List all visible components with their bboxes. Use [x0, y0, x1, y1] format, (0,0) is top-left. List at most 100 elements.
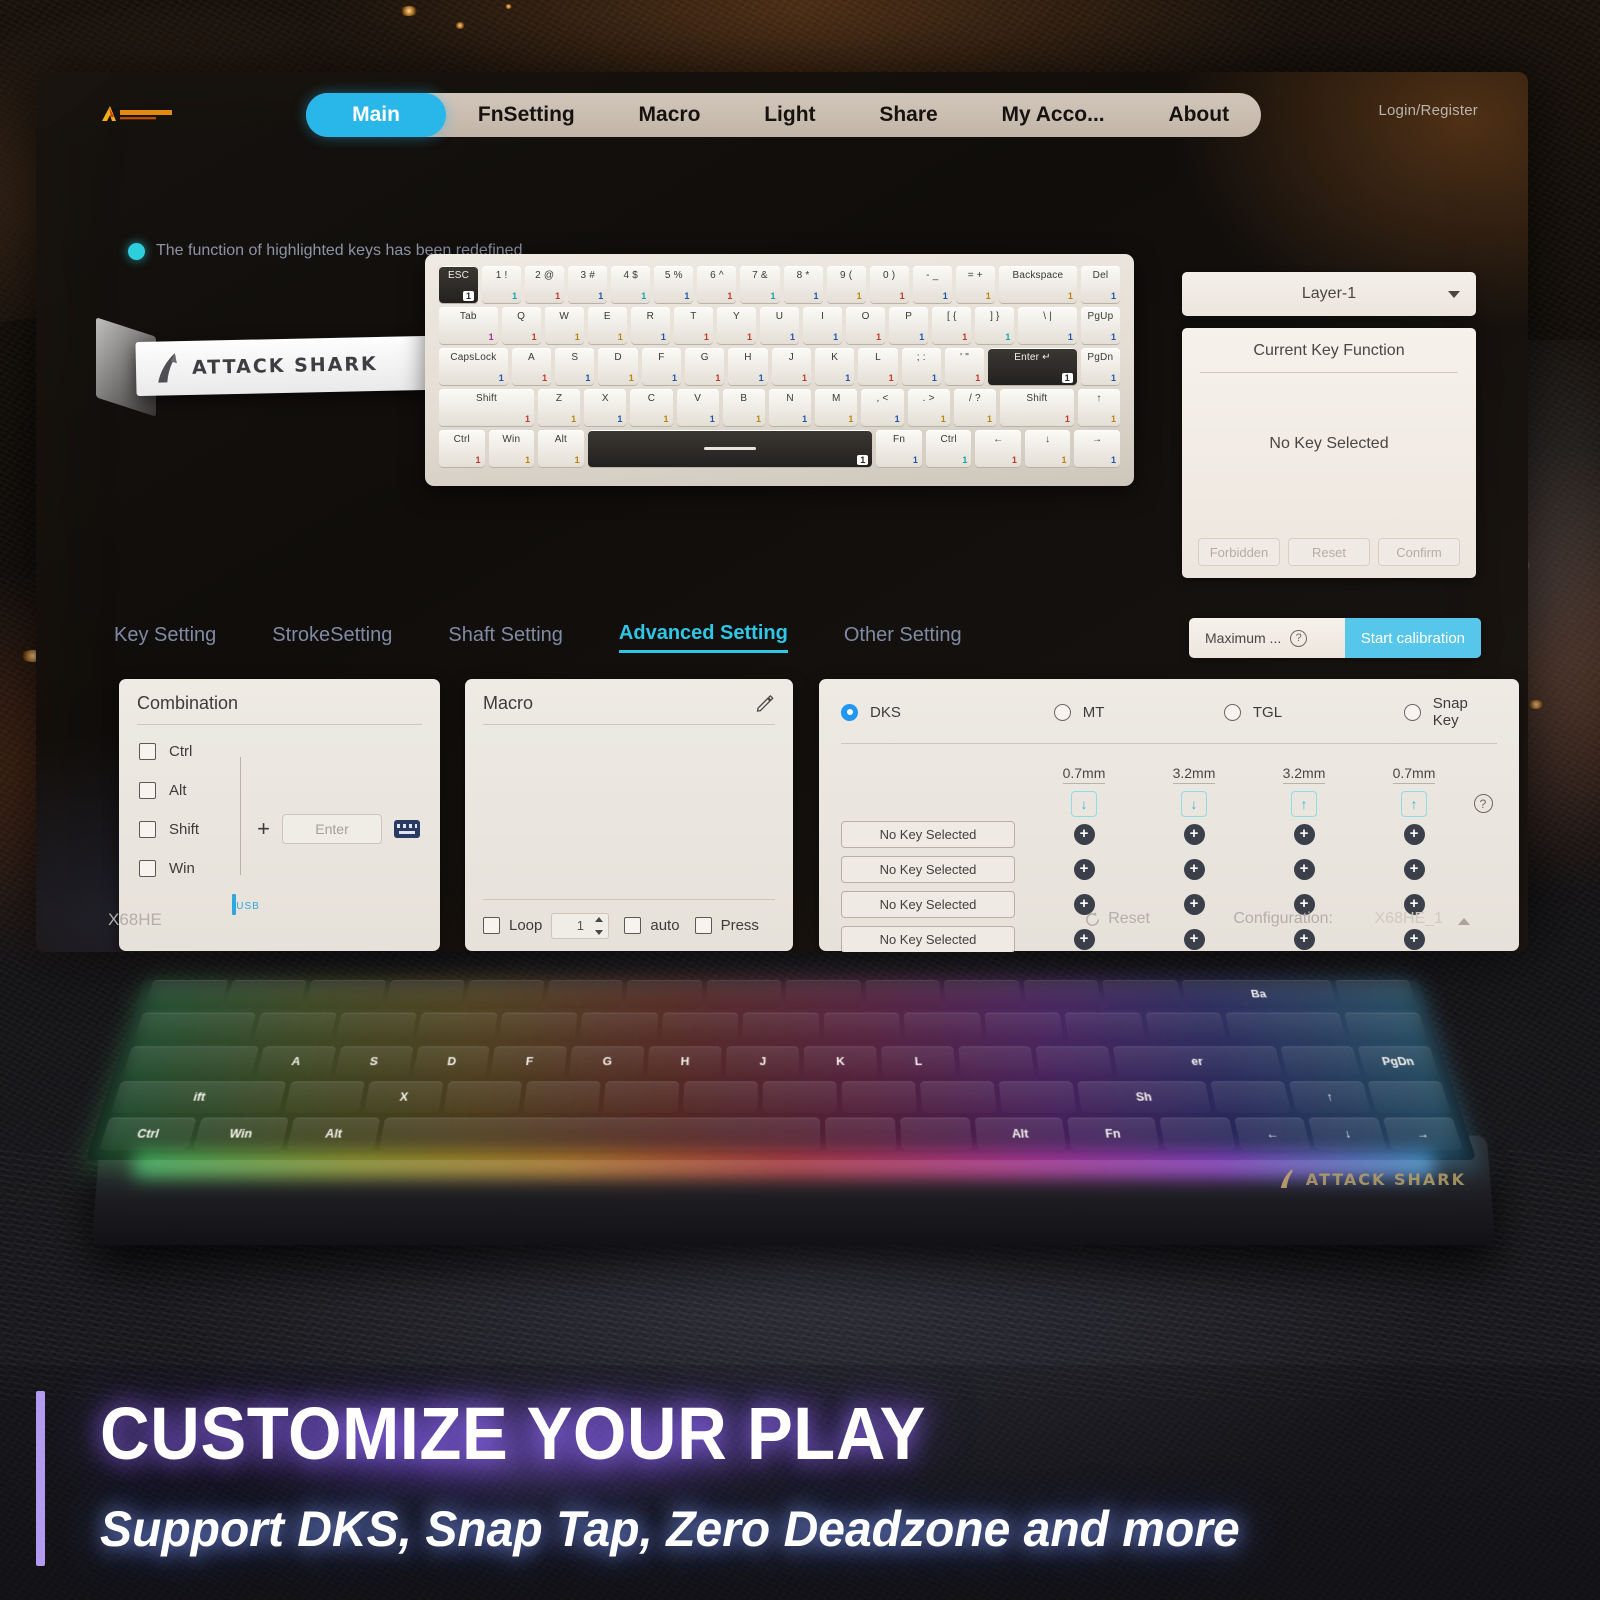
- virtual-key[interactable]: PgUp 1: [1080, 307, 1120, 344]
- virtual-key[interactable]: W1: [544, 307, 584, 344]
- tab-key-setting[interactable]: Key Setting: [114, 624, 216, 652]
- virtual-key[interactable]: Shift 1: [999, 389, 1074, 426]
- virtual-key[interactable]: 2 @1: [525, 266, 565, 303]
- virtual-key[interactable]: P1: [889, 307, 929, 344]
- checkbox-alt[interactable]: Alt: [139, 782, 240, 799]
- radio-button[interactable]: [1053, 703, 1071, 721]
- main-nav-tabs[interactable]: Main FnSetting Macro Light Share My Acco…: [306, 93, 1261, 137]
- physical-key[interactable]: [579, 1012, 659, 1043]
- physical-key[interactable]: [122, 1046, 259, 1077]
- physical-key[interactable]: [903, 1012, 983, 1043]
- physical-key[interactable]: [762, 1081, 837, 1113]
- virtual-key[interactable]: Z1: [537, 389, 581, 426]
- nav-tab-share[interactable]: Share: [847, 93, 969, 137]
- physical-key[interactable]: D: [412, 1046, 491, 1077]
- radio-mt[interactable]: MT: [1053, 695, 1224, 729]
- virtual-key[interactable]: ↑ 1: [1077, 389, 1121, 426]
- reset-button[interactable]: Reset: [1084, 910, 1150, 928]
- physical-key[interactable]: Alt: [286, 1117, 381, 1151]
- start-calibration-button[interactable]: Start calibration: [1344, 618, 1481, 658]
- physical-key[interactable]: J: [725, 1046, 800, 1077]
- setting-tabs[interactable]: Key Setting StrokeSetting Shaft Setting …: [114, 622, 962, 653]
- virtual-key[interactable]: Win 1: [488, 430, 535, 467]
- tab-other-setting[interactable]: Other Setting: [844, 624, 962, 652]
- physical-key[interactable]: [284, 1081, 365, 1113]
- virtual-key[interactable]: X1: [584, 389, 627, 426]
- virtual-key[interactable]: CapsLock 1: [439, 348, 508, 385]
- virtual-key[interactable]: V1: [676, 389, 719, 426]
- virtual-key[interactable]: U1: [759, 307, 800, 344]
- physical-key[interactable]: [919, 1081, 997, 1113]
- virtual-key[interactable]: 4 $1: [611, 266, 651, 303]
- physical-key[interactable]: [1343, 1012, 1429, 1043]
- virtual-key[interactable]: 1: [587, 430, 873, 467]
- virtual-key[interactable]: O1: [846, 307, 886, 344]
- virtual-key[interactable]: C1: [630, 389, 673, 426]
- physical-key[interactable]: [379, 1117, 821, 1151]
- virtual-key[interactable]: 5 % 1: [654, 266, 694, 303]
- add-action-button[interactable]: +: [1403, 824, 1425, 845]
- physical-key[interactable]: [823, 1012, 901, 1043]
- physical-key[interactable]: L: [881, 1046, 956, 1077]
- physical-key[interactable]: [545, 979, 623, 1009]
- virtual-key[interactable]: Y1: [716, 307, 756, 344]
- macro-steps-area[interactable]: [483, 735, 775, 895]
- physical-key[interactable]: [498, 1012, 578, 1043]
- nav-tab-macro[interactable]: Macro: [607, 93, 733, 137]
- physical-key[interactable]: Sh: [1076, 1081, 1212, 1113]
- physical-key[interactable]: A: [255, 1046, 336, 1077]
- virtual-key[interactable]: K1: [814, 348, 855, 385]
- virtual-key[interactable]: D1: [598, 348, 638, 385]
- keyboard-icon[interactable]: [394, 820, 420, 838]
- physical-key[interactable]: er: [1112, 1046, 1283, 1077]
- dks-mode-radios[interactable]: DKS MT TGL Snap Key: [819, 679, 1519, 729]
- physical-key[interactable]: S: [334, 1046, 414, 1077]
- virtual-key[interactable]: , < 1: [861, 389, 904, 426]
- physical-key[interactable]: [144, 979, 228, 1009]
- physical-key[interactable]: [998, 1081, 1077, 1113]
- radio-button[interactable]: [1223, 703, 1241, 721]
- confirm-button[interactable]: Confirm: [1378, 538, 1460, 566]
- physical-key[interactable]: [625, 979, 702, 1009]
- virtual-key[interactable]: Tab 1: [439, 307, 498, 344]
- virtual-key[interactable]: Ctrl 1: [439, 430, 485, 467]
- radio-button[interactable]: [1403, 703, 1421, 721]
- checkbox-box[interactable]: [139, 743, 156, 760]
- physical-key[interactable]: [602, 1081, 680, 1113]
- virtual-key[interactable]: - _ 1: [912, 266, 952, 303]
- virtual-key[interactable]: J1: [771, 348, 811, 385]
- virtual-key[interactable]: ↓ 1: [1024, 430, 1071, 467]
- nav-tab-my-account[interactable]: My Acco...: [970, 93, 1137, 137]
- tab-advanced-setting[interactable]: Advanced Setting: [618, 622, 788, 653]
- nav-tab-about[interactable]: About: [1137, 93, 1261, 137]
- physical-key[interactable]: K: [803, 1046, 878, 1077]
- checkbox-box[interactable]: [139, 860, 156, 877]
- reset-key-button[interactable]: Reset: [1288, 538, 1370, 566]
- physical-key[interactable]: [958, 1046, 1035, 1077]
- checkbox-win[interactable]: Win: [139, 860, 240, 877]
- virtual-key[interactable]: . > 1: [907, 389, 950, 426]
- physical-key[interactable]: [1158, 1117, 1236, 1151]
- arrow-down-icon[interactable]: ↓: [1181, 791, 1207, 817]
- physical-key[interactable]: [943, 979, 1022, 1009]
- virtual-key[interactable]: Enter ↵ 1: [988, 348, 1077, 385]
- tab-shaft-setting[interactable]: Shaft Setting: [448, 624, 563, 652]
- radio-tgl[interactable]: TGL: [1223, 695, 1404, 729]
- physical-key[interactable]: [1367, 1081, 1451, 1113]
- virtual-key[interactable]: 6 ^ 1: [697, 266, 737, 303]
- connection-indicator[interactable]: USB: [223, 894, 269, 915]
- virtual-key[interactable]: ← 1: [975, 430, 1021, 467]
- physical-key[interactable]: ↑: [1288, 1081, 1372, 1113]
- physical-key[interactable]: Ctrl: [99, 1117, 197, 1151]
- physical-key[interactable]: [1101, 979, 1182, 1009]
- physical-key[interactable]: [1035, 1046, 1113, 1077]
- virtual-key[interactable]: Fn 1: [876, 430, 922, 467]
- question-mark-icon[interactable]: ?: [1290, 629, 1308, 647]
- radio-snap-key[interactable]: Snap Key: [1403, 695, 1497, 729]
- layer-select[interactable]: Layer-1: [1182, 272, 1476, 316]
- physical-key[interactable]: [1145, 1012, 1227, 1043]
- physical-key[interactable]: PgDn: [1357, 1046, 1440, 1077]
- physical-key[interactable]: [443, 1081, 523, 1113]
- combination-key-input[interactable]: Enter: [282, 814, 382, 844]
- virtual-key[interactable]: N1: [768, 389, 812, 426]
